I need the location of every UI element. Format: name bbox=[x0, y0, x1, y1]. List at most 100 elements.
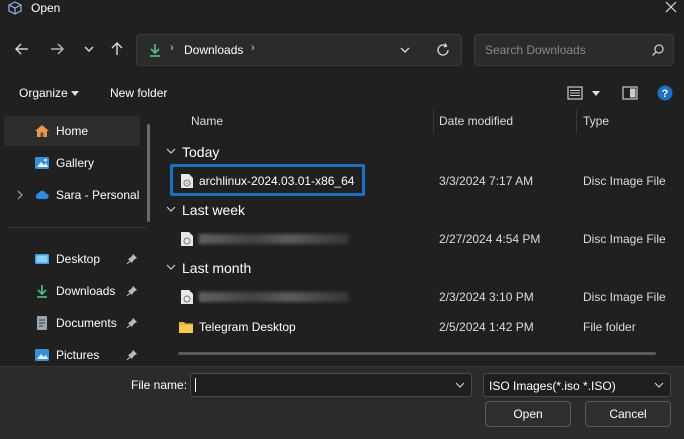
redacted-text bbox=[199, 292, 349, 302]
sidebar-item-label: Desktop bbox=[56, 252, 101, 266]
selection-highlight bbox=[170, 164, 365, 196]
group-header-today[interactable]: Today bbox=[166, 144, 219, 160]
pin-icon[interactable] bbox=[126, 253, 138, 265]
chevron-down-icon[interactable] bbox=[654, 381, 664, 389]
svg-text:?: ? bbox=[662, 88, 669, 100]
chevron-down-icon[interactable] bbox=[166, 262, 176, 272]
file-name-redacted bbox=[199, 232, 349, 246]
refresh-icon[interactable] bbox=[435, 42, 451, 58]
navigation-pane: Home Gallery Sara - Personal Desktop Dow… bbox=[0, 112, 158, 366]
command-bar: Organize New folder ? bbox=[0, 80, 684, 108]
file-date: 2/27/2024 4:54 PM bbox=[439, 232, 541, 246]
search-icon[interactable] bbox=[651, 43, 665, 57]
column-divider[interactable] bbox=[433, 110, 434, 134]
recent-locations-icon[interactable] bbox=[80, 40, 98, 58]
group-label: Today bbox=[182, 144, 220, 160]
group-header-last-month[interactable]: Last month bbox=[166, 260, 251, 276]
address-bar[interactable]: › Downloads › bbox=[136, 34, 462, 66]
breadcrumb-downloads[interactable]: Downloads bbox=[184, 43, 243, 57]
documents-icon bbox=[37, 316, 47, 330]
forward-icon[interactable] bbox=[48, 40, 66, 58]
file-row[interactable]: 2/27/2024 4:54 PM Disc Image File bbox=[160, 226, 684, 252]
column-header-name[interactable]: Name bbox=[191, 114, 223, 128]
horizontal-scrollbar[interactable] bbox=[178, 352, 656, 355]
sidebar-item-label: Documents bbox=[56, 316, 117, 330]
chevron-down-icon[interactable] bbox=[455, 381, 465, 389]
group-label: Last week bbox=[182, 202, 246, 218]
search-placeholder[interactable]: Search Downloads bbox=[485, 43, 586, 57]
column-header-date[interactable]: Date modified bbox=[439, 114, 513, 128]
sidebar-item-documents[interactable]: Documents bbox=[4, 308, 140, 338]
back-icon[interactable] bbox=[13, 40, 31, 58]
sidebar-item-label: Pictures bbox=[56, 348, 100, 362]
caret-down-icon[interactable] bbox=[592, 91, 600, 96]
column-header-type[interactable]: Type bbox=[583, 114, 609, 128]
group-header-last-week[interactable]: Last week bbox=[166, 202, 245, 218]
pin-icon[interactable] bbox=[126, 349, 138, 361]
file-name-field[interactable] bbox=[191, 374, 451, 396]
file-type-filter-value: ISO Images(*.iso *.ISO) bbox=[489, 379, 616, 393]
title-bar: Open bbox=[0, 0, 684, 18]
sidebar-item-label: Sara - Personal bbox=[56, 188, 140, 202]
file-type: Disc Image File bbox=[583, 232, 666, 246]
cancel-button[interactable]: Cancel bbox=[585, 401, 671, 427]
group-label: Last month bbox=[182, 260, 252, 276]
download-icon bbox=[37, 285, 47, 298]
file-name-label: File name: bbox=[131, 378, 188, 392]
chevron-down-icon[interactable] bbox=[399, 44, 411, 56]
preview-pane-icon[interactable] bbox=[622, 86, 638, 100]
sidebar-item-desktop[interactable]: Desktop bbox=[4, 244, 140, 274]
pictures-icon bbox=[35, 349, 49, 361]
download-icon bbox=[150, 44, 160, 57]
open-button[interactable]: Open bbox=[485, 401, 571, 427]
breadcrumb-separator-icon[interactable]: › bbox=[251, 42, 255, 54]
close-icon[interactable] bbox=[664, 0, 678, 14]
chevron-down-icon[interactable] bbox=[166, 204, 176, 214]
text-caret bbox=[195, 378, 196, 392]
file-list: Name Date modified Type Today archlinux-… bbox=[160, 108, 684, 366]
sidebar-item-downloads[interactable]: Downloads bbox=[4, 276, 140, 306]
gallery-icon bbox=[35, 157, 49, 169]
pin-icon[interactable] bbox=[126, 317, 138, 329]
column-divider[interactable] bbox=[576, 110, 577, 134]
folder-name: Telegram Desktop bbox=[199, 320, 296, 334]
file-name-redacted bbox=[199, 290, 349, 304]
pin-icon[interactable] bbox=[126, 285, 138, 297]
disc-image-icon bbox=[181, 232, 193, 246]
file-type-filter[interactable]: ISO Images(*.iso *.ISO) bbox=[483, 373, 671, 397]
file-date: 3/3/2024 7:17 AM bbox=[439, 174, 534, 188]
cloud-icon bbox=[35, 190, 49, 199]
organize-button[interactable]: Organize bbox=[19, 86, 68, 100]
sidebar-item-label: Home bbox=[56, 124, 89, 138]
sidebar-divider bbox=[8, 227, 146, 228]
sidebar-item-label: Downloads bbox=[56, 284, 116, 298]
chevron-right-icon[interactable] bbox=[16, 190, 24, 200]
caret-down-icon[interactable] bbox=[71, 91, 79, 96]
file-type: Disc Image File bbox=[583, 290, 666, 304]
file-date: 2/5/2024 1:42 PM bbox=[439, 320, 534, 334]
file-row[interactable]: 2/3/2024 3:10 PM Disc Image File bbox=[160, 284, 684, 310]
sidebar-item-home[interactable]: Home bbox=[4, 116, 140, 146]
sidebar-item-gallery[interactable]: Gallery bbox=[4, 148, 140, 178]
up-folder-icon[interactable] bbox=[108, 40, 126, 58]
redacted-text bbox=[199, 234, 349, 244]
chevron-down-icon[interactable] bbox=[166, 146, 176, 156]
breadcrumb-separator-icon[interactable]: › bbox=[170, 42, 174, 54]
desktop-icon bbox=[35, 254, 49, 264]
new-folder-button[interactable]: New folder bbox=[110, 86, 167, 100]
help-icon[interactable]: ? bbox=[657, 85, 673, 101]
home-icon bbox=[35, 125, 49, 137]
folder-icon bbox=[179, 322, 193, 333]
folder-row[interactable]: Telegram Desktop 2/5/2024 1:42 PM File f… bbox=[160, 314, 684, 340]
file-date: 2/3/2024 3:10 PM bbox=[439, 290, 534, 304]
disc-image-icon bbox=[181, 290, 193, 304]
search-box[interactable]: Search Downloads bbox=[474, 34, 674, 66]
view-options-icon[interactable] bbox=[567, 86, 583, 100]
sidebar-item-sara-personal[interactable]: Sara - Personal bbox=[4, 180, 140, 210]
sidebar-scrollbar[interactable] bbox=[147, 124, 150, 222]
sidebar-item-label: Gallery bbox=[56, 156, 95, 170]
file-type: Disc Image File bbox=[583, 174, 666, 188]
window-title: Open bbox=[31, 1, 61, 15]
dialog-footer: File name: ISO Images(*.iso *.ISO) Open … bbox=[0, 366, 684, 439]
file-name-combobox[interactable] bbox=[190, 373, 472, 397]
